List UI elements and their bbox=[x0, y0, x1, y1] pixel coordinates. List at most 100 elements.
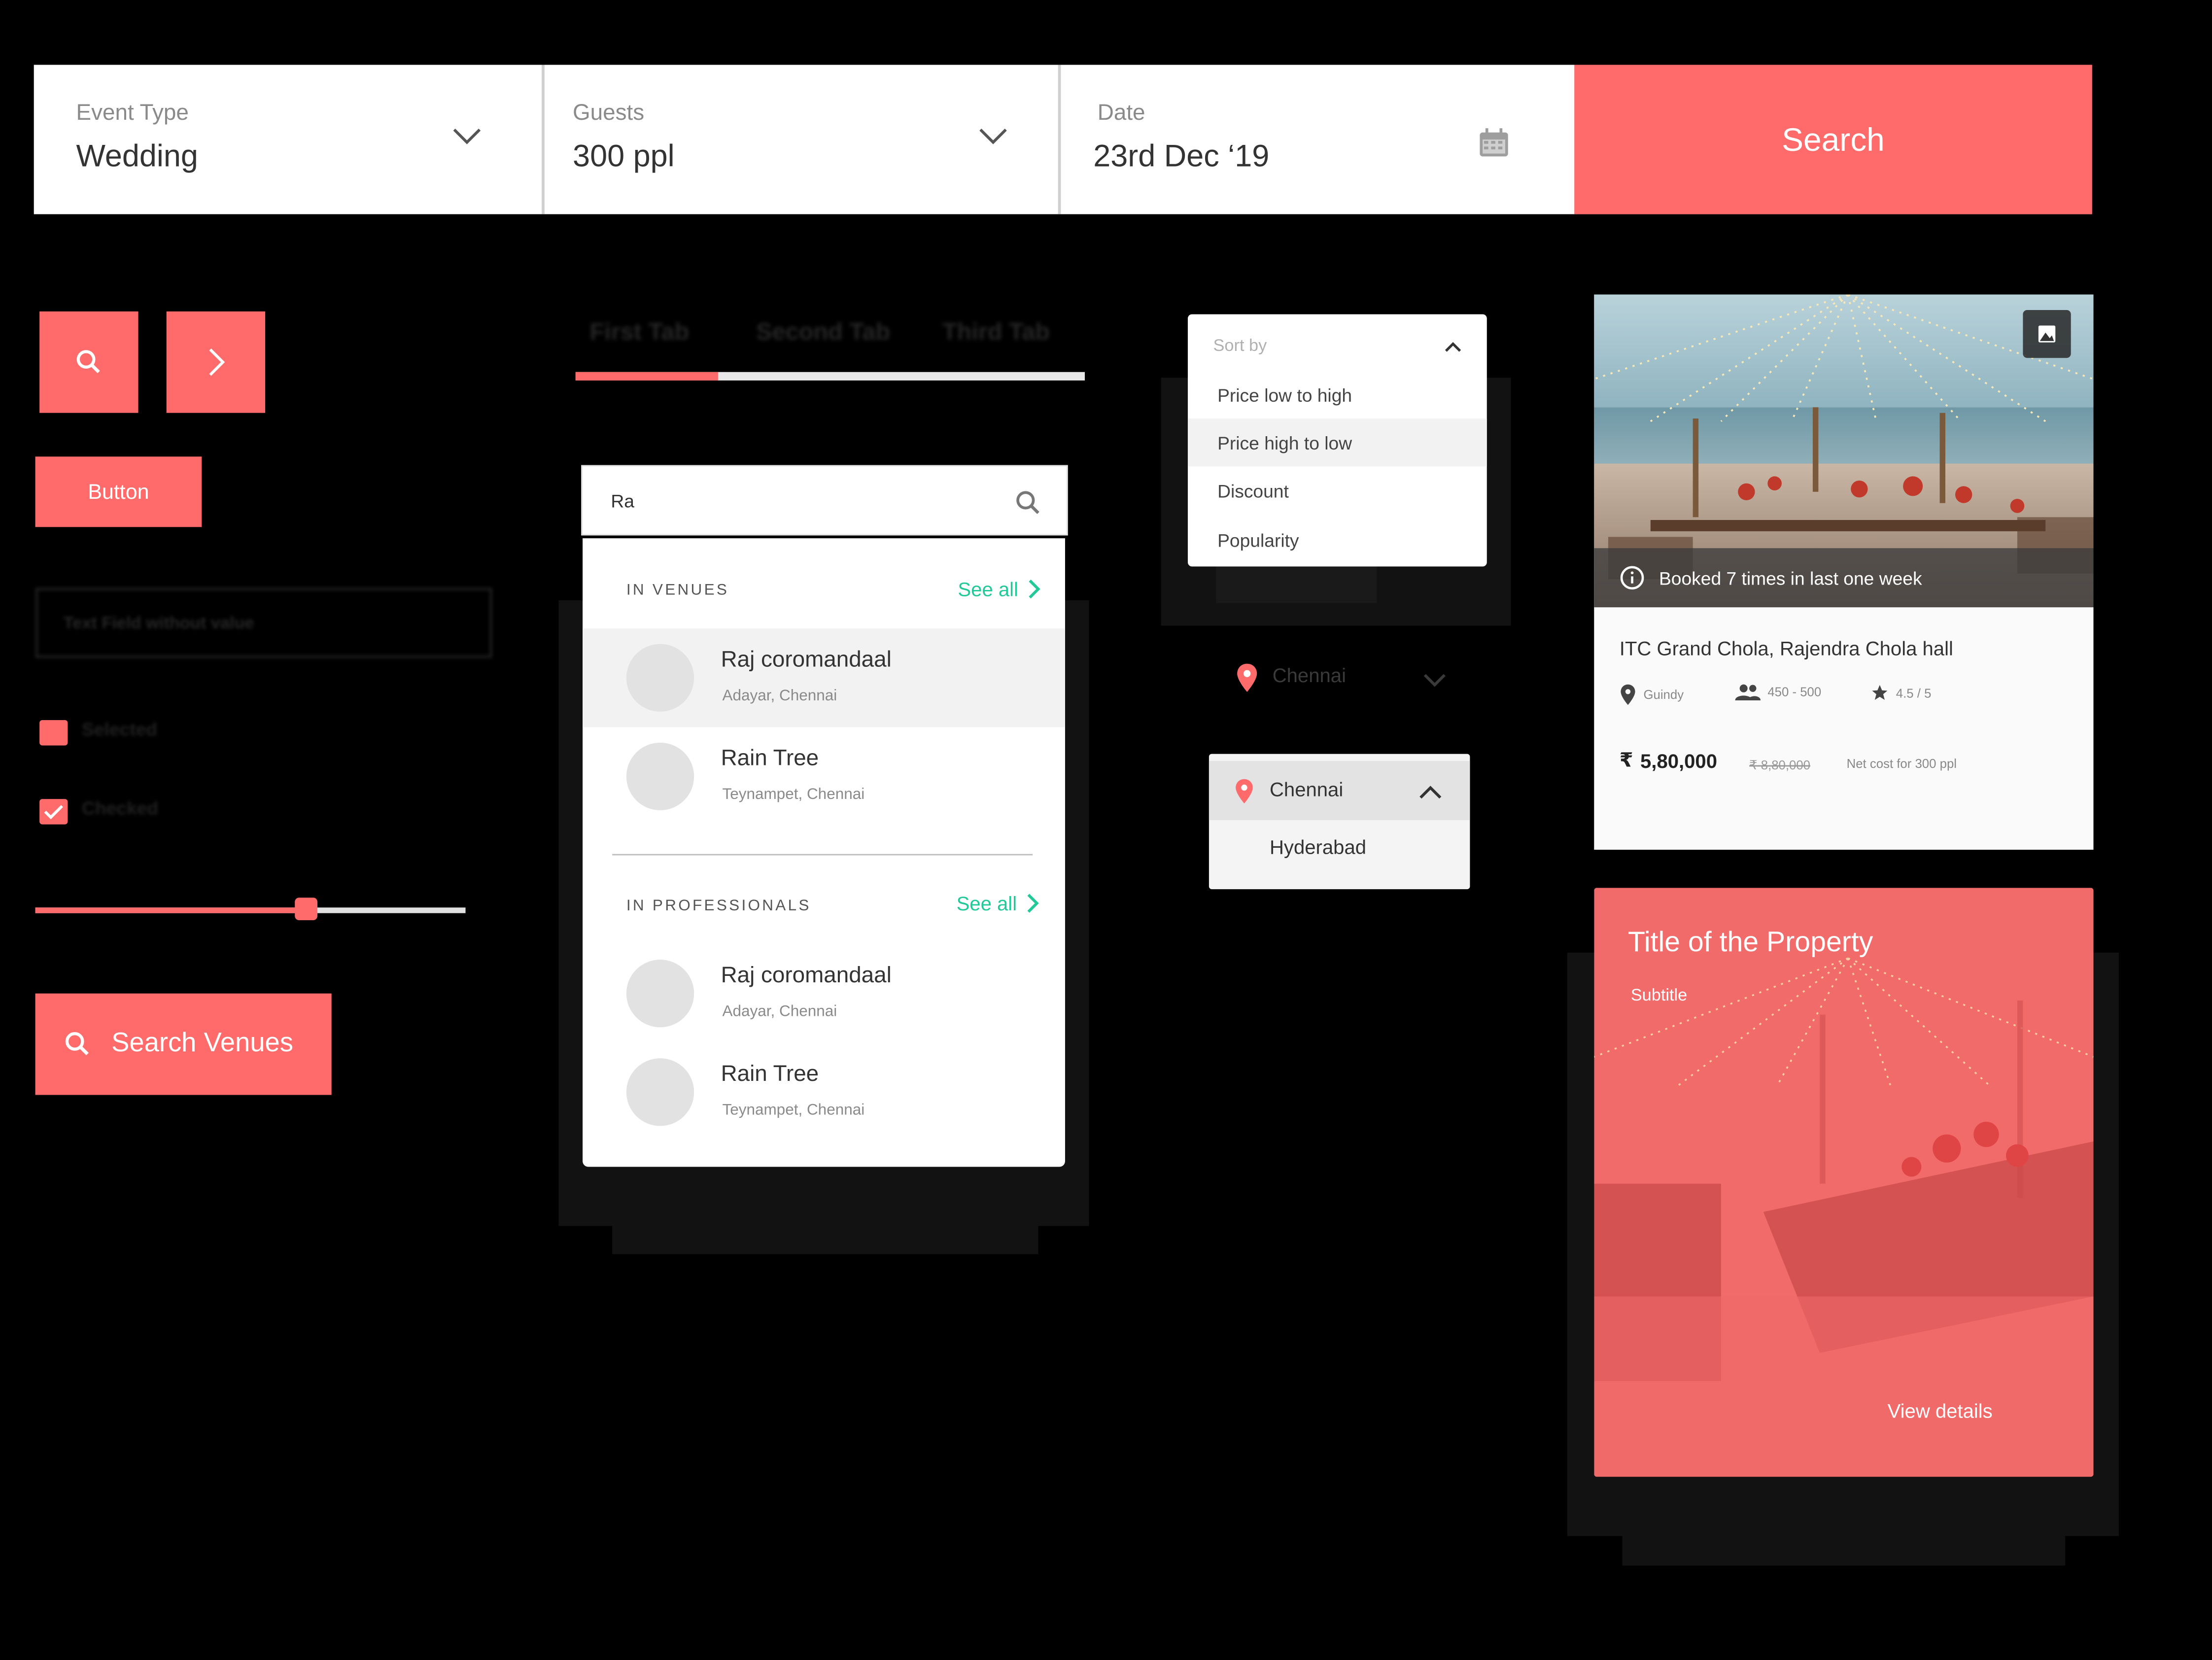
booking-badge-text: Booked 7 times in last one week bbox=[1659, 567, 1922, 588]
slider-thumb[interactable] bbox=[295, 898, 318, 920]
booking-badge: Booked 7 times in last one week bbox=[1594, 548, 2094, 608]
chevron-down-icon bbox=[1423, 674, 1446, 687]
item-location: Teynampet, Chennai bbox=[722, 786, 865, 803]
tab-third[interactable]: Third Tab bbox=[942, 318, 1050, 346]
search-icon[interactable] bbox=[1014, 489, 1042, 517]
checkbox-selected-label: Selected bbox=[82, 719, 158, 740]
chevron-right-icon bbox=[1028, 579, 1040, 599]
property-subtitle: Subtitle bbox=[1630, 985, 1688, 1005]
venues-see-all-link[interactable]: See all bbox=[958, 578, 1040, 600]
search-icon-button[interactable] bbox=[39, 311, 138, 413]
venue-photo: Booked 7 times in last one week bbox=[1594, 294, 2094, 608]
date-label: Date bbox=[1097, 101, 1145, 126]
list-item[interactable]: Raj coromandaal Adayar, Chennai bbox=[583, 628, 1065, 727]
city-value: Chennai bbox=[1272, 663, 1346, 687]
list-item[interactable]: Raj coromandaal Adayar, Chennai bbox=[583, 944, 1065, 1043]
city-option[interactable]: Hyderabad bbox=[1270, 835, 1366, 858]
event-type-label: Event Type bbox=[76, 101, 189, 126]
checkbox-checked[interactable] bbox=[39, 799, 68, 825]
venue-price: ₹ 5,80,000 bbox=[1620, 748, 1717, 772]
chevron-down-icon[interactable] bbox=[978, 127, 1009, 146]
calendar-icon[interactable] bbox=[1479, 127, 1510, 158]
venue-capacity-text: 450 - 500 bbox=[1767, 685, 1822, 699]
item-location: Adayar, Chennai bbox=[722, 1003, 837, 1020]
city-select-open: Chennai Hyderabad bbox=[1209, 754, 1470, 890]
venue-area-text: Guindy bbox=[1643, 688, 1684, 702]
chevron-down-icon[interactable] bbox=[451, 127, 483, 146]
sort-heading: Sort by bbox=[1213, 335, 1267, 355]
info-icon bbox=[1620, 566, 1644, 589]
primary-button[interactable]: Button bbox=[35, 456, 202, 527]
search-input-value: Ra bbox=[611, 490, 634, 512]
search-venues-label: Search Venues bbox=[111, 1029, 293, 1059]
location-pin-icon bbox=[1237, 663, 1257, 692]
text-field[interactable]: Text Field without value bbox=[35, 588, 492, 658]
tab-bar: First Tab Second Tab Third Tab bbox=[575, 310, 1085, 383]
professionals-see-all-link[interactable]: See all bbox=[957, 892, 1039, 915]
component-sheet: Event Type Wedding Guests 300 ppl Date 2… bbox=[0, 0, 2212, 1660]
search-venues-button[interactable]: Search Venues bbox=[35, 993, 332, 1095]
slider[interactable] bbox=[35, 898, 466, 920]
old-price-value: 8,80,000 bbox=[1761, 758, 1811, 772]
chevron-right-icon bbox=[1027, 894, 1039, 913]
image-icon bbox=[2038, 325, 2056, 343]
event-type-value: Wedding bbox=[76, 138, 198, 173]
property-title: Title of the Property bbox=[1627, 927, 1873, 959]
avatar bbox=[626, 1058, 694, 1126]
list-item[interactable]: Rain Tree Teynampet, Chennai bbox=[583, 727, 1065, 826]
city-select[interactable]: Chennai bbox=[1230, 659, 1456, 699]
sort-option-selected[interactable]: Price high to low bbox=[1187, 418, 1487, 467]
venue-rating-text: 4.5 / 5 bbox=[1896, 685, 1932, 700]
guests-select[interactable]: Guests 300 ppl bbox=[545, 65, 1058, 214]
event-type-select[interactable]: Event Type Wedding bbox=[34, 65, 542, 214]
venues-heading: IN VENUES bbox=[626, 582, 729, 599]
checkbox-checked-label: Checked bbox=[82, 797, 159, 819]
avatar bbox=[626, 960, 694, 1028]
item-name: Rain Tree bbox=[721, 747, 819, 771]
view-details-link[interactable]: View details bbox=[1888, 1399, 1993, 1422]
city-option-selected[interactable]: Chennai bbox=[1209, 761, 1470, 820]
rupee-icon: ₹ bbox=[1619, 748, 1633, 771]
chevron-right-icon bbox=[209, 348, 225, 376]
venue-area: Guindy bbox=[1620, 684, 1684, 706]
list-item[interactable]: Rain Tree Teynampet, Chennai bbox=[583, 1043, 1065, 1141]
venue-old-price: ₹ 8,80,000 bbox=[1749, 758, 1810, 773]
slider-fill bbox=[35, 907, 307, 913]
chevron-up-icon[interactable] bbox=[1443, 340, 1463, 354]
guests-label: Guests bbox=[573, 101, 645, 126]
item-location: Adayar, Chennai bbox=[722, 688, 837, 705]
item-name: Raj coromandaal bbox=[721, 648, 892, 672]
sort-option[interactable]: Popularity bbox=[1188, 516, 1487, 563]
date-picker[interactable]: Date 23rd Dec ‘19 bbox=[1061, 65, 1568, 214]
date-value: 23rd Dec ‘19 bbox=[1093, 138, 1270, 173]
star-icon bbox=[1872, 685, 1888, 700]
search-input[interactable]: Ra bbox=[581, 465, 1068, 536]
guests-value: 300 ppl bbox=[573, 138, 675, 173]
next-button[interactable] bbox=[166, 311, 266, 413]
property-card[interactable]: Title of the Property Subtitle View deta… bbox=[1594, 888, 2094, 1477]
tab-first[interactable]: First Tab bbox=[589, 318, 689, 346]
chevron-up-icon[interactable] bbox=[1418, 784, 1444, 800]
search-icon bbox=[76, 350, 100, 374]
property-photo bbox=[1594, 888, 2094, 1477]
sort-dropdown: Sort by Price low to high Price high to … bbox=[1187, 314, 1487, 567]
gallery-button[interactable] bbox=[2023, 310, 2071, 358]
venue-price-value: 5,80,000 bbox=[1640, 749, 1718, 772]
search-button[interactable]: Search bbox=[1574, 65, 2092, 214]
sort-option[interactable]: Price low to high bbox=[1188, 371, 1487, 418]
venue-rating: 4.5 / 5 bbox=[1870, 684, 1931, 702]
shadow bbox=[1622, 1465, 2066, 1566]
checkbox-selected[interactable] bbox=[39, 720, 68, 746]
city-option-label: Chennai bbox=[1269, 778, 1344, 800]
see-all-label: See all bbox=[956, 892, 1017, 915]
venue-capacity: 450 - 500 bbox=[1735, 684, 1822, 700]
venue-title: ITC Grand Chola, Rajendra Chola hall bbox=[1619, 637, 1953, 660]
check-icon bbox=[44, 805, 63, 820]
autocomplete-panel: IN VENUES See all Raj coromandaal Adayar… bbox=[583, 538, 1065, 1167]
sort-option[interactable]: Discount bbox=[1188, 466, 1487, 514]
tab-second[interactable]: Second Tab bbox=[756, 318, 890, 346]
venue-card[interactable]: Booked 7 times in last one week ITC Gran… bbox=[1594, 294, 2094, 850]
venue-net-note: Net cost for 300 ppl bbox=[1846, 757, 1957, 771]
avatar bbox=[626, 742, 694, 810]
tab-indicator bbox=[575, 372, 718, 380]
